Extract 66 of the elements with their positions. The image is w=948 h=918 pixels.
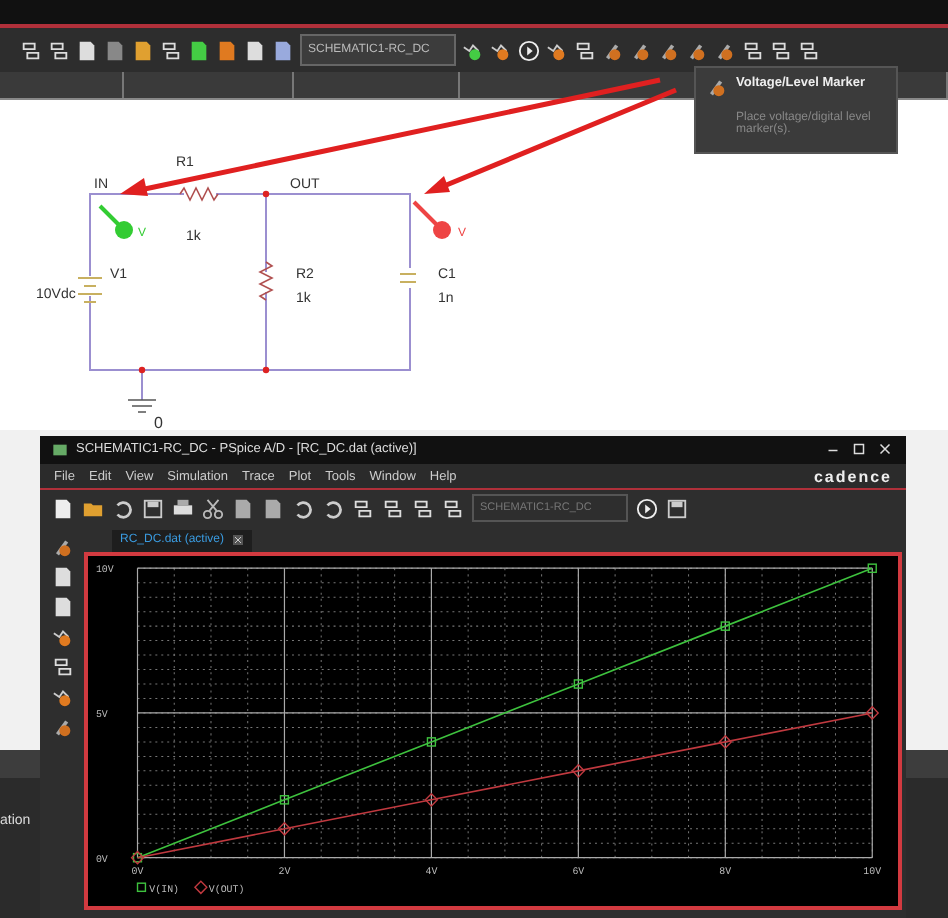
netlist-icon[interactable] (51, 655, 73, 678)
probe-icon[interactable] (602, 39, 624, 61)
legend-symbol (193, 879, 208, 894)
netlist-icon[interactable] (442, 497, 464, 520)
save-icon[interactable] (142, 497, 164, 520)
marker-icon[interactable] (51, 625, 73, 648)
document-icon[interactable] (51, 595, 73, 618)
data-point (720, 620, 730, 631)
probe-icon[interactable] (630, 39, 652, 61)
marker-icon[interactable] (51, 685, 73, 708)
netlist-icon[interactable] (20, 39, 42, 61)
netlist-icon[interactable] (770, 39, 792, 61)
app-icon[interactable] (52, 441, 68, 458)
play-icon[interactable] (636, 497, 658, 520)
data-point (277, 821, 292, 836)
scissors-icon[interactable] (202, 497, 224, 520)
netlist-icon[interactable] (742, 39, 764, 61)
undo-icon[interactable] (112, 497, 134, 520)
data-point (718, 734, 733, 749)
resistor-symbol (179, 186, 219, 202)
undo-icon[interactable] (292, 497, 314, 520)
netlist-icon[interactable] (574, 39, 596, 61)
capacitor-symbol (399, 273, 417, 283)
close-icon[interactable] (876, 440, 894, 459)
marker-icon[interactable] (462, 39, 484, 61)
document-icon[interactable] (244, 39, 266, 61)
save-icon[interactable] (666, 497, 688, 520)
ground-label: 0 (154, 414, 163, 430)
data-point (867, 562, 877, 573)
document-icon[interactable] (132, 39, 154, 61)
document-icon[interactable] (52, 497, 74, 520)
legend-symbol (136, 881, 147, 892)
document-icon[interactable] (232, 497, 254, 520)
data-point (865, 705, 880, 720)
document-icon[interactable] (188, 39, 210, 61)
probe-icon[interactable] (51, 715, 73, 738)
undo-icon[interactable] (322, 497, 344, 520)
marker-icon[interactable] (490, 39, 512, 61)
marker-icon[interactable] (546, 39, 568, 61)
logo: cadence (813, 467, 892, 486)
battery-symbol (77, 277, 103, 303)
close-icon[interactable] (232, 534, 245, 547)
probe-icon[interactable] (714, 39, 736, 61)
netlist-icon[interactable] (412, 497, 434, 520)
netlist-icon[interactable] (352, 497, 374, 520)
print-icon[interactable] (172, 497, 194, 520)
netlist-icon[interactable] (48, 39, 70, 61)
probe-icon[interactable] (658, 39, 680, 61)
netlist-icon[interactable] (382, 497, 404, 520)
document-icon[interactable] (272, 39, 294, 61)
play-icon[interactable] (518, 39, 540, 61)
document-icon[interactable] (76, 39, 98, 61)
data-point (571, 763, 586, 778)
data-point (424, 792, 439, 807)
data-point (279, 794, 290, 804)
probe-icon[interactable] (51, 535, 73, 558)
netlist-icon[interactable] (160, 39, 182, 61)
document-icon[interactable] (51, 565, 73, 588)
data-point (573, 678, 584, 689)
probe-icon[interactable] (686, 39, 708, 61)
netlist-icon[interactable] (798, 39, 820, 61)
maximize-icon[interactable] (850, 440, 868, 459)
data-point (426, 736, 437, 747)
document-icon[interactable] (262, 497, 284, 520)
resistor-symbol (258, 261, 274, 301)
probe-icon[interactable] (706, 76, 728, 98)
